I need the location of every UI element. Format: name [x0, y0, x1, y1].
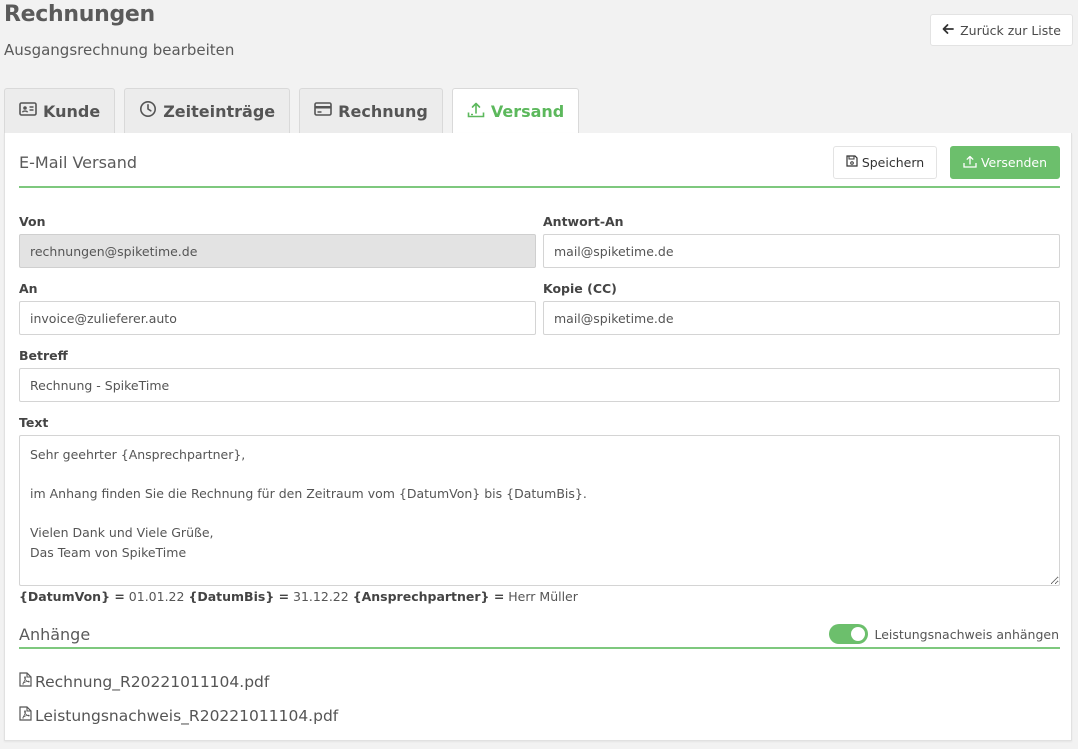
upload-tray-icon — [963, 155, 977, 171]
save-button[interactable]: Speichern — [833, 146, 937, 179]
save-button-label: Speichern — [861, 155, 925, 170]
placeholder-legend: {DatumVon} = 01.01.22 {DatumBis} = 31.12… — [19, 589, 578, 604]
attachment-filename: Leistungsnachweis_R20221011104.pdf — [35, 706, 339, 725]
versand-card: E-Mail Versand Speichern Versenden Von A… — [4, 133, 1072, 741]
betreff-field[interactable] — [19, 368, 1060, 402]
back-to-list-label: Zurück zur Liste — [960, 22, 1061, 38]
send-button[interactable]: Versenden — [950, 146, 1060, 179]
tab-bar: Kunde Zeiteinträge Rechnung Versand — [4, 88, 580, 134]
pdf-file-icon — [19, 672, 32, 691]
tab-versand-label: Versand — [490, 102, 565, 121]
von-label: Von — [19, 214, 46, 229]
betreff-label: Betreff — [19, 348, 68, 363]
tab-kunde-label: Kunde — [43, 101, 101, 121]
toggle-knob — [850, 627, 865, 641]
tab-versand[interactable]: Versand — [451, 88, 580, 134]
tab-zeiteintraege-label: Zeiteinträge — [163, 101, 276, 121]
placeholder-key: {DatumVon} = — [19, 589, 125, 604]
attachment-item[interactable]: Rechnung_R20221011104.pdf — [19, 672, 269, 691]
antwort-an-label: Antwort-An — [543, 214, 624, 229]
attachment-item[interactable]: Leistungsnachweis_R20221011104.pdf — [19, 706, 338, 725]
pdf-file-icon — [19, 706, 32, 725]
attachments-title: Anhänge — [19, 625, 91, 644]
placeholder-value: 31.12.22 — [293, 589, 349, 604]
text-field[interactable]: Sehr geehrter {Ansprechpartner}, im Anha… — [19, 435, 1060, 586]
credit-card-icon — [314, 100, 332, 122]
tab-kunde[interactable]: Kunde — [4, 88, 116, 133]
floppy-disk-icon — [846, 155, 858, 170]
tab-rechnung[interactable]: Rechnung — [299, 88, 443, 133]
placeholder-key: {Ansprechpartner} = — [352, 589, 505, 604]
back-to-list-button[interactable]: Zurück zur Liste — [930, 14, 1073, 46]
placeholder-value: Herr Müller — [508, 589, 578, 604]
tab-rechnung-label: Rechnung — [338, 101, 428, 121]
send-button-label: Versenden — [980, 155, 1048, 170]
an-label: An — [19, 281, 38, 296]
attachment-filename: Rechnung_R20221011104.pdf — [35, 672, 270, 691]
email-section-title: E-Mail Versand — [19, 153, 138, 172]
tab-zeiteintraege[interactable]: Zeiteinträge — [124, 88, 291, 133]
arrow-left-icon — [942, 23, 955, 38]
text-label: Text — [19, 415, 49, 430]
leistungsnachweis-toggle[interactable] — [828, 624, 868, 644]
email-section-header: E-Mail Versand Speichern Versenden — [19, 146, 1060, 188]
kopie-cc-field[interactable] — [543, 301, 1060, 335]
id-card-icon — [19, 100, 37, 122]
leistungsnachweis-toggle-group: Leistungsnachweis anhängen — [828, 624, 1060, 644]
placeholder-key: {DatumBis} = — [188, 589, 290, 604]
an-field[interactable] — [19, 301, 536, 335]
page-subtitle: Ausgangsrechnung bearbeiten — [4, 41, 235, 59]
page-title: Rechnungen — [4, 2, 155, 27]
upload-tray-icon — [467, 101, 485, 123]
leistungsnachweis-toggle-label: Leistungsnachweis anhängen — [874, 626, 1060, 642]
placeholder-value: 01.01.22 — [128, 589, 185, 604]
kopie-cc-label: Kopie (CC) — [543, 281, 617, 296]
antwort-an-field[interactable] — [543, 234, 1060, 268]
clock-icon — [139, 100, 157, 122]
von-field[interactable] — [19, 234, 536, 268]
